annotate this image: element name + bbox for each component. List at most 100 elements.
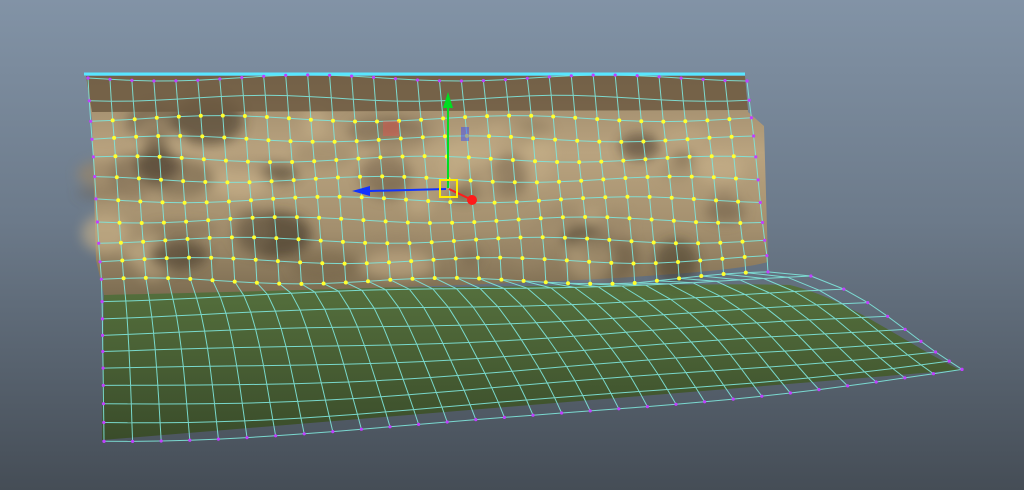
selected-vertex[interactable]: [244, 136, 249, 141]
selected-vertex[interactable]: [643, 157, 648, 162]
selected-vertex[interactable]: [538, 216, 543, 221]
selected-vertex[interactable]: [673, 241, 678, 246]
selected-vertex[interactable]: [639, 119, 644, 124]
selected-vertex[interactable]: [699, 274, 704, 278]
selected-vertex[interactable]: [687, 154, 692, 159]
border-vertex[interactable]: [703, 400, 707, 404]
border-vertex[interactable]: [98, 260, 102, 264]
selected-vertex[interactable]: [247, 180, 252, 185]
selected-vertex[interactable]: [595, 117, 600, 122]
selected-vertex[interactable]: [557, 179, 561, 184]
border-vertex[interactable]: [765, 254, 769, 258]
selected-vertex[interactable]: [358, 174, 362, 179]
border-vertex[interactable]: [674, 402, 678, 406]
selected-vertex[interactable]: [485, 114, 490, 119]
selected-vertex[interactable]: [356, 156, 361, 161]
selected-vertex[interactable]: [631, 261, 636, 266]
selected-vertex[interactable]: [161, 220, 166, 225]
selected-vertex[interactable]: [315, 194, 320, 199]
selected-vertex[interactable]: [331, 118, 335, 123]
selected-vertex[interactable]: [579, 178, 584, 183]
selected-vertex[interactable]: [242, 114, 247, 118]
selected-vertex[interactable]: [521, 278, 526, 283]
border-vertex[interactable]: [218, 77, 222, 81]
selected-vertex[interactable]: [139, 221, 144, 225]
selected-vertex[interactable]: [198, 113, 203, 118]
border-vertex[interactable]: [90, 137, 94, 141]
selected-vertex[interactable]: [683, 119, 688, 124]
selected-vertex[interactable]: [420, 135, 425, 140]
selected-vertex[interactable]: [182, 200, 187, 205]
selected-vertex[interactable]: [427, 221, 432, 225]
selected-vertex[interactable]: [117, 220, 122, 225]
selected-vertex[interactable]: [364, 261, 369, 266]
selected-vertex[interactable]: [629, 239, 634, 244]
selected-vertex[interactable]: [229, 235, 234, 240]
selected-vertex[interactable]: [339, 216, 344, 221]
border-vertex[interactable]: [758, 200, 762, 205]
selected-vertex[interactable]: [727, 117, 732, 122]
selected-vertex[interactable]: [490, 179, 495, 184]
selected-vertex[interactable]: [294, 215, 299, 220]
selected-vertex[interactable]: [474, 237, 479, 242]
border-vertex[interactable]: [809, 274, 813, 278]
border-vertex[interactable]: [903, 376, 907, 380]
border-vertex[interactable]: [91, 155, 95, 159]
border-vertex[interactable]: [302, 432, 306, 436]
border-vertex[interactable]: [350, 74, 354, 78]
border-vertex[interactable]: [613, 73, 617, 77]
selected-vertex[interactable]: [691, 197, 696, 201]
selected-vertex[interactable]: [269, 179, 274, 184]
border-vertex[interactable]: [531, 413, 535, 417]
selected-vertex[interactable]: [533, 159, 537, 164]
selected-vertex[interactable]: [187, 255, 191, 260]
selected-vertex[interactable]: [516, 217, 521, 222]
selected-vertex[interactable]: [588, 281, 593, 286]
selected-vertex[interactable]: [222, 135, 227, 140]
border-vertex[interactable]: [102, 420, 106, 425]
selected-vertex[interactable]: [496, 236, 501, 241]
selected-vertex[interactable]: [178, 133, 183, 138]
selected-vertex[interactable]: [160, 200, 165, 205]
selected-vertex[interactable]: [466, 155, 471, 160]
selected-vertex[interactable]: [736, 199, 741, 204]
selected-vertex[interactable]: [540, 235, 545, 240]
selected-vertex[interactable]: [296, 237, 301, 242]
border-vertex[interactable]: [886, 314, 890, 318]
border-vertex[interactable]: [359, 427, 363, 431]
border-vertex[interactable]: [108, 77, 112, 81]
selected-vertex[interactable]: [141, 239, 146, 244]
border-vertex[interactable]: [617, 407, 621, 411]
border-vertex[interactable]: [947, 359, 951, 363]
border-vertex[interactable]: [474, 418, 478, 422]
selected-vertex[interactable]: [249, 198, 253, 203]
selected-vertex[interactable]: [475, 255, 480, 260]
selected-vertex[interactable]: [733, 176, 738, 181]
border-vertex[interactable]: [130, 78, 134, 82]
border-vertex[interactable]: [174, 79, 178, 83]
selected-vertex[interactable]: [381, 196, 386, 201]
selected-vertex[interactable]: [132, 117, 137, 122]
selected-vertex[interactable]: [181, 179, 186, 184]
border-vertex[interactable]: [752, 134, 756, 138]
selected-vertex[interactable]: [156, 134, 161, 138]
selected-vertex[interactable]: [671, 218, 676, 223]
selected-vertex[interactable]: [432, 276, 437, 280]
selected-vertex[interactable]: [266, 138, 271, 143]
selected-vertex[interactable]: [627, 216, 632, 221]
selected-vertex[interactable]: [405, 220, 410, 225]
selected-vertex[interactable]: [422, 154, 427, 159]
selected-vertex[interactable]: [271, 196, 276, 201]
selected-vertex[interactable]: [410, 276, 415, 281]
selected-vertex[interactable]: [299, 281, 304, 286]
selected-vertex[interactable]: [116, 198, 121, 203]
border-vertex[interactable]: [503, 78, 507, 82]
selected-vertex[interactable]: [252, 235, 257, 240]
selected-vertex[interactable]: [407, 241, 412, 246]
selected-vertex[interactable]: [623, 176, 628, 180]
selected-vertex[interactable]: [400, 154, 405, 159]
selected-vertex[interactable]: [313, 176, 318, 181]
selected-vertex[interactable]: [210, 278, 215, 283]
selected-vertex[interactable]: [653, 261, 658, 266]
selected-vertex[interactable]: [609, 260, 614, 265]
